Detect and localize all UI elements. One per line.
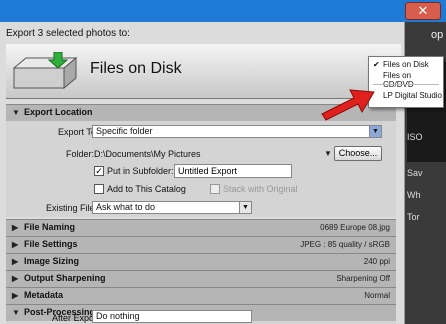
section-title: Metadata [24, 290, 64, 300]
menu-separator [373, 84, 439, 85]
existing-files-select[interactable]: Ask what to do ▼ [92, 201, 252, 214]
collapsed-triangle-icon: ▶ [12, 257, 19, 266]
section-summary: Normal [364, 291, 390, 300]
subfolder-input[interactable]: Untitled Export [174, 164, 292, 178]
export-dialog: Export 3 selected photos to: Files on Di… [0, 22, 405, 324]
red-pointer-arrow-icon [321, 89, 375, 121]
section-summary: 0689 Europe 08.jpg [320, 223, 390, 232]
section-title: File Naming [24, 222, 76, 232]
partial-label-iso: ISO [407, 132, 423, 142]
section-title: File Settings [24, 239, 78, 249]
section-title: Output Sharpening [24, 273, 106, 283]
folder-dropdown-icon[interactable]: ▼ [324, 149, 332, 158]
choose-button[interactable]: Choose... [334, 146, 382, 161]
expanded-triangle-icon: ▼ [12, 108, 20, 117]
partial-label-tor: Tor [407, 212, 420, 222]
section-summary: Sharpening Off [336, 274, 390, 283]
chevron-down-icon: ▼ [369, 126, 381, 137]
window-titlebar: ✕ [0, 0, 446, 22]
put-in-subfolder-checkbox[interactable]: ✓ [94, 166, 104, 176]
section-summary: JPEG : 85 quality / sRGB [300, 240, 390, 249]
section-title: Image Sizing [24, 256, 80, 266]
partial-label-wh: Wh [407, 190, 421, 200]
section-metadata[interactable]: ▶ Metadata Normal [6, 287, 396, 304]
after-export-select[interactable]: Do nothing [92, 310, 252, 323]
section-summary: 240 ppi [363, 257, 390, 266]
after-export-value: Do nothing [96, 311, 140, 321]
add-to-catalog-label: Add to This Catalog [107, 184, 186, 194]
export-location-panel: Export To: Specific folder ▼ Folder: D:\… [6, 121, 396, 217]
destination-title: Files on Disk [90, 60, 182, 77]
partial-label-op: op [431, 29, 444, 41]
add-to-catalog-checkbox[interactable] [94, 184, 104, 194]
expanded-triangle-icon: ▼ [12, 308, 20, 317]
close-button[interactable]: ✕ [405, 2, 441, 20]
partial-label-sav: Sav [407, 168, 423, 178]
folder-path: D:\Documents\My Pictures [94, 149, 201, 159]
stack-with-original-checkbox[interactable] [210, 184, 220, 194]
chevron-down-icon: ▼ [239, 202, 251, 213]
folder-label: Folder: [66, 149, 95, 159]
put-in-subfolder-label: Put in Subfolder: [107, 166, 174, 176]
export-label: Export 3 selected photos to: [6, 28, 130, 39]
section-image-sizing[interactable]: ▶ Image Sizing 240 ppi [6, 253, 396, 270]
menu-item-files-on-cd-dvd[interactable]: Files on CD/DVD [383, 71, 443, 89]
collapsed-triangle-icon: ▶ [12, 291, 19, 300]
section-file-settings[interactable]: ▶ File Settings JPEG : 85 quality / sRGB [6, 236, 396, 253]
existing-files-value: Ask what to do [96, 202, 156, 212]
collapsed-triangle-icon: ▶ [12, 240, 19, 249]
stack-with-original-label: Stack with Original [223, 184, 298, 194]
section-output-sharpening[interactable]: ▶ Output Sharpening Sharpening Off [6, 270, 396, 287]
collapsed-triangle-icon: ▶ [12, 274, 19, 283]
section-file-naming[interactable]: ▶ File Naming 0689 Europe 08.jpg [6, 219, 396, 236]
collapsed-triangle-icon: ▶ [12, 223, 19, 232]
menu-item-files-on-disk[interactable]: Files on Disk [383, 60, 429, 69]
section-title: Export Location [24, 107, 93, 117]
export-to-value: Specific folder [96, 126, 153, 136]
menu-item-lp-digital-studio[interactable]: LP Digital Studio [383, 91, 442, 100]
hard-disk-icon [12, 52, 78, 90]
export-to-select[interactable]: Specific folder ▼ [92, 125, 382, 138]
export-destination-menu: ✔ Files on Disk Files on CD/DVD LP Digit… [368, 56, 444, 108]
checkmark-icon: ✔ [373, 60, 380, 69]
